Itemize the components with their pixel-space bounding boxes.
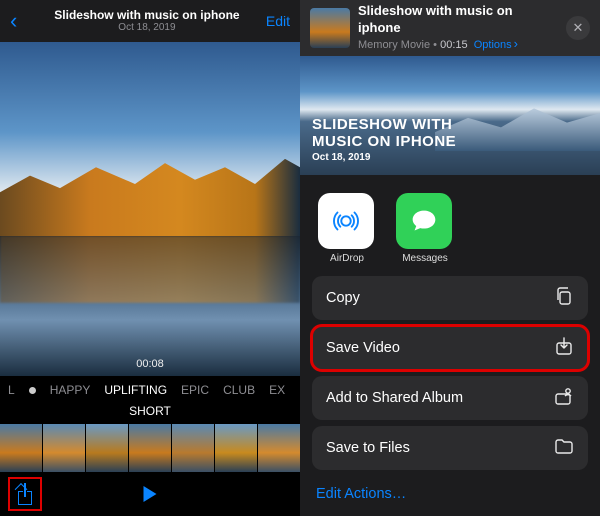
close-button[interactable]: ✕ [566,16,590,40]
messages-button[interactable]: Messages [396,193,454,264]
share-sheet-header: Slideshow with music on iphone Memory Mo… [300,0,600,56]
play-button[interactable] [144,486,157,502]
shared-album-icon [554,386,574,410]
close-icon: ✕ [573,20,584,36]
thumbnail-strip[interactable] [0,424,300,472]
share-subtitle: Memory Movie • 00:15 Options› [358,36,558,53]
editor-toolbar [0,472,300,516]
airdrop-button[interactable]: AirDrop [318,193,376,264]
editor-title: Slideshow with music on iphone [28,9,266,22]
share-actions: Copy Save Video Add to Shared Album Save… [300,270,600,476]
share-targets: AirDrop Messages [300,185,600,270]
mood-item[interactable]: CLUB [223,383,255,397]
preview-title-line2: MUSIC ON IPHONE [312,133,456,150]
thumbnail[interactable] [129,424,171,472]
mood-item[interactable]: EX [269,383,285,397]
playback-time: 00:08 [0,358,300,370]
editor-header: ‹ Slideshow with music on iphone Oct 18,… [0,0,300,42]
save-to-files-action[interactable]: Save to Files [312,426,588,470]
thumbnail[interactable] [258,424,300,472]
thumbnail[interactable] [172,424,214,472]
edit-actions-link[interactable]: Edit Actions… [300,476,600,516]
folder-icon [554,436,574,460]
slideshow-editor-pane: ‹ Slideshow with music on iphone Oct 18,… [0,0,300,516]
mood-item-selected[interactable]: UPLIFTING [104,383,167,397]
messages-icon [396,193,452,249]
airdrop-icon [318,193,374,249]
editor-subtitle: Oct 18, 2019 [28,22,266,33]
back-button[interactable]: ‹ [10,8,28,34]
thumbnail[interactable] [0,424,42,472]
mood-item[interactable]: HAPPY [50,383,91,397]
preview-title-line1: SLIDESHOW WITH [312,116,456,133]
mood-item[interactable]: EPIC [181,383,209,397]
duration-selector[interactable]: SHORT [0,404,300,424]
save-video-action[interactable]: Save Video [312,326,588,370]
mood-dot-icon [29,387,36,394]
share-sheet: Slideshow with music on iphone Memory Mo… [300,0,600,516]
download-icon [554,336,574,360]
share-title: Slideshow with music on iphone [358,3,558,36]
slideshow-preview[interactable]: 00:08 [0,42,300,376]
mood-item[interactable]: L [8,383,15,397]
thumbnail[interactable] [215,424,257,472]
thumbnail[interactable] [43,424,85,472]
add-shared-album-action[interactable]: Add to Shared Album [312,376,588,420]
copy-icon [554,286,574,310]
edit-button[interactable]: Edit [266,13,290,29]
share-preview: SLIDESHOW WITH MUSIC ON IPHONE Oct 18, 2… [300,56,600,175]
share-button[interactable] [8,477,42,511]
thumbnail[interactable] [86,424,128,472]
share-icon [16,483,34,505]
share-thumbnail [310,8,350,48]
copy-action[interactable]: Copy [312,276,588,320]
options-link[interactable]: Options› [474,39,518,51]
preview-date: Oct 18, 2019 [312,152,456,163]
mood-selector[interactable]: L HAPPY UPLIFTING EPIC CLUB EX [0,376,300,404]
